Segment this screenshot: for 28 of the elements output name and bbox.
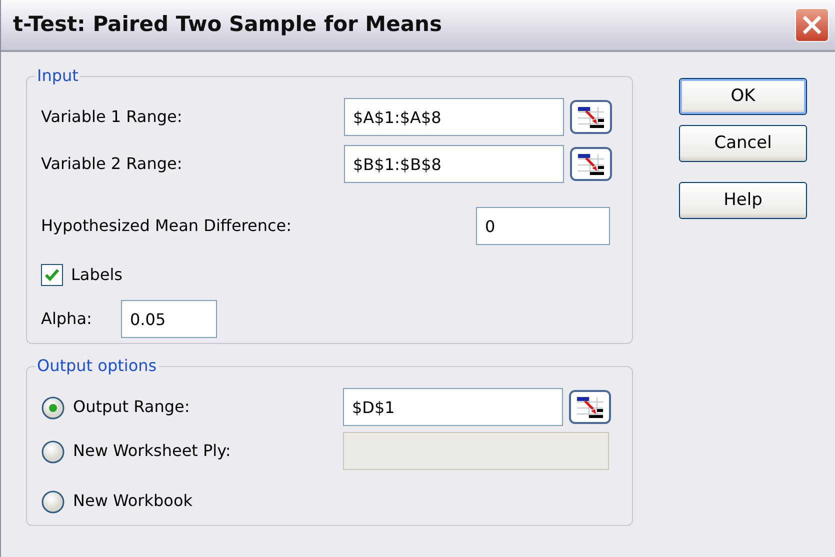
close-icon: [801, 14, 823, 36]
range-field[interactable]: $D$1: [343, 388, 563, 426]
radio-label: New Worksheet Ply:: [73, 440, 232, 462]
close-button[interactable]: [795, 8, 829, 42]
range-picker-button[interactable]: [570, 100, 612, 134]
mean-difference-field[interactable]: 0: [476, 207, 610, 245]
radio-button[interactable]: [41, 439, 65, 463]
group-label: Input: [36, 68, 80, 84]
dialog-button[interactable]: Help: [679, 182, 807, 219]
range-picker-button[interactable]: [569, 390, 611, 424]
field-label: Alpha:: [41, 308, 93, 330]
dialog-button[interactable]: Cancel: [679, 125, 807, 162]
checkbox-label: Labels: [71, 264, 122, 286]
range-field[interactable]: $A$1:$A$8: [344, 98, 564, 136]
range-picker-button[interactable]: [570, 147, 612, 181]
radio-label: Output Range:: [73, 396, 191, 418]
range-field[interactable]: $B$1:$B$8: [344, 145, 564, 183]
window-title: t-Test: Paired Two Sample for Means: [13, 11, 442, 38]
field-label: Variable 1 Range:: [41, 106, 184, 128]
radio-label: New Workbook: [73, 490, 192, 512]
alpha-field[interactable]: 0.05: [121, 300, 217, 338]
field-label: Hypothesized Mean Difference:: [41, 215, 293, 237]
dialog-button[interactable]: OK: [679, 78, 807, 115]
field-label: Variable 2 Range:: [41, 153, 184, 175]
labels-checkbox[interactable]: [41, 264, 63, 286]
radio-button[interactable]: [41, 489, 65, 513]
radio-button[interactable]: [41, 395, 65, 419]
group-label: Output options: [36, 358, 158, 374]
